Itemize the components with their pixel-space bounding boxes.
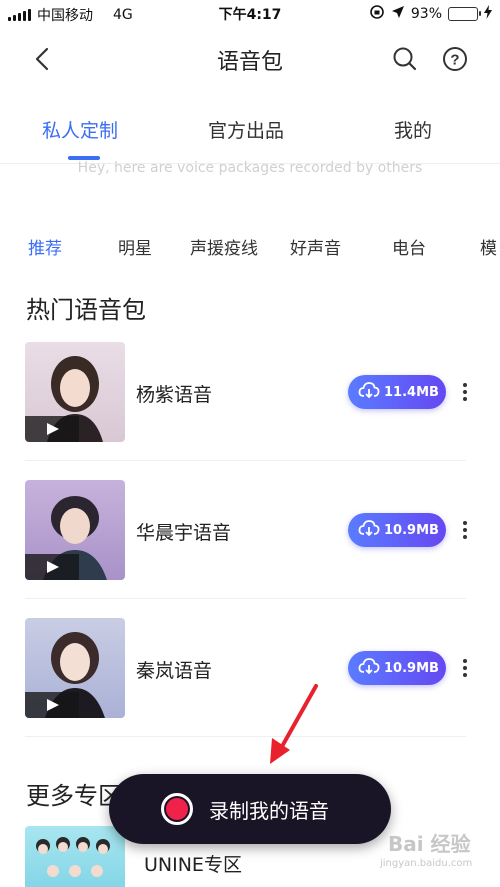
cloud-download-icon	[358, 657, 380, 679]
location-icon	[391, 5, 405, 23]
divider	[25, 736, 466, 737]
divider	[25, 460, 466, 461]
tab-mine[interactable]: 我的	[394, 116, 432, 143]
divider	[25, 598, 466, 599]
status-bar: 中国移动 4G 下午4:17 93%	[0, 0, 500, 26]
category-good-voice[interactable]: 好声音	[290, 234, 341, 259]
download-size: 10.9MB	[384, 522, 439, 538]
page-title: 语音包	[216, 50, 283, 75]
group-photo-image	[36, 837, 110, 877]
category-radio[interactable]: 电台	[392, 234, 426, 259]
record-button-label: 录制我的语音	[209, 798, 329, 823]
nav-bar: 语音包 ?	[0, 30, 500, 90]
category-stars[interactable]: 明星	[118, 234, 152, 259]
download-size: 11.4MB	[384, 384, 439, 400]
list-item[interactable]: 杨紫语音 11.4MB	[0, 342, 500, 480]
play-icon[interactable]	[25, 692, 79, 718]
download-button[interactable]: 10.9MB	[348, 651, 446, 685]
download-button[interactable]: 10.9MB	[348, 513, 446, 547]
search-icon[interactable]	[390, 44, 420, 74]
hot-section-title: 热门语音包	[26, 296, 146, 324]
watermark-url: jingyan.baidu.com	[380, 858, 473, 869]
status-right: 93%	[369, 4, 492, 24]
category-more[interactable]: 模	[480, 234, 497, 259]
more-section-title: 更多专区	[26, 782, 122, 810]
charging-icon	[484, 5, 492, 23]
tab-official[interactable]: 官方出品	[208, 116, 284, 143]
category-bar: 推荐 明星 声援疫线 好声音 电台 模	[0, 234, 500, 264]
more-vertical-icon[interactable]	[458, 380, 472, 404]
annotation-arrow-icon	[270, 684, 318, 764]
help-circle-icon[interactable]: ?	[440, 44, 470, 74]
download-button[interactable]: 11.4MB	[348, 375, 446, 409]
download-size: 10.9MB	[384, 660, 439, 676]
record-icon	[161, 793, 193, 825]
unine-name: UNINE专区	[144, 854, 242, 876]
voice-thumbnail[interactable]	[25, 342, 125, 442]
battery-icon	[448, 7, 481, 21]
list-item[interactable]: 华晨宇语音 10.9MB	[0, 480, 500, 618]
battery-percent: 93%	[410, 6, 442, 22]
tab-bar: 私人定制 官方出品 我的	[0, 108, 500, 164]
svg-text:?: ?	[450, 52, 459, 69]
category-recommend[interactable]: 推荐	[28, 234, 62, 259]
cloud-download-icon	[358, 381, 380, 403]
cloud-download-icon	[358, 519, 380, 541]
play-icon[interactable]	[25, 554, 79, 580]
unine-thumbnail[interactable]	[25, 826, 125, 887]
voice-name: 杨紫语音	[136, 384, 213, 406]
play-icon[interactable]	[25, 416, 79, 442]
tab-private-custom[interactable]: 私人定制	[42, 116, 118, 143]
more-vertical-icon[interactable]	[458, 518, 472, 542]
record-my-voice-button[interactable]: 录制我的语音	[109, 774, 391, 844]
voice-thumbnail[interactable]	[25, 618, 125, 718]
orientation-lock-icon	[369, 4, 385, 24]
watermark-logo: Bai 经验	[388, 832, 471, 856]
voice-name: 秦岚语音	[136, 660, 213, 682]
voice-name: 华晨宇语音	[136, 522, 232, 544]
voice-thumbnail[interactable]	[25, 480, 125, 580]
category-support-frontline[interactable]: 声援疫线	[190, 234, 258, 259]
more-vertical-icon[interactable]	[458, 656, 472, 680]
list-item[interactable]: 秦岚语音 10.9MB	[0, 618, 500, 756]
subtitle-text: Hey, here are voice packages recorded by…	[77, 160, 423, 176]
